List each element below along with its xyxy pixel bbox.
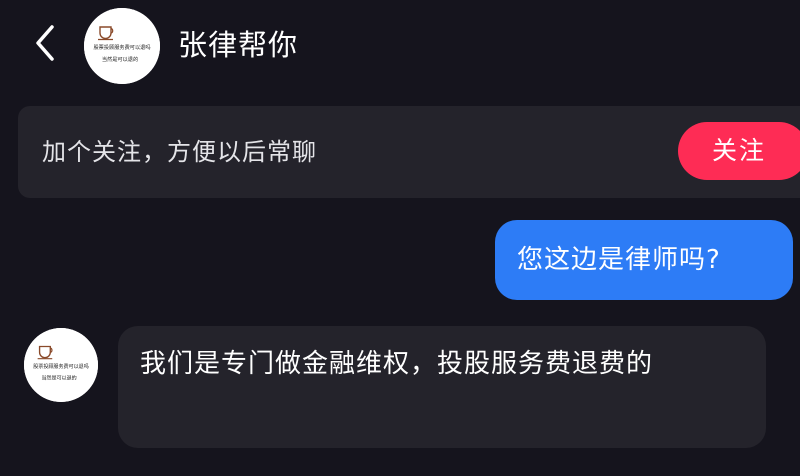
back-button[interactable] <box>22 22 68 68</box>
contact-name: 张律帮你 <box>178 28 299 62</box>
avatar-line-1: 股票投顾服务费可以退吗 <box>93 43 150 51</box>
avatar-line-1: 股票投顾服务费可以退吗 <box>33 363 89 370</box>
outgoing-message-bubble[interactable]: 您这边是律师吗? <box>495 220 793 300</box>
incoming-message-bubble[interactable]: 我们是专门做金融维权，投股服务费退费的 <box>118 326 766 448</box>
sender-avatar[interactable]: 股票投顾服务费可以退吗 当然是可以退的 <box>24 328 98 402</box>
avatar-line-2: 当然是可以退的 <box>102 55 138 63</box>
chat-screen: 股票投顾服务费可以退吗 当然是可以退的 张律帮你 加个关注，方便以后常聊 关注 … <box>0 0 800 476</box>
avatar-art: 股票投顾服务费可以退吗 当然是可以退的 <box>84 8 160 84</box>
contact-avatar[interactable]: 股票投顾服务费可以退吗 当然是可以退的 <box>84 8 160 84</box>
avatar-art: 股票投顾服务费可以退吗 当然是可以退的 <box>24 328 98 402</box>
avatar-line-2: 当然是可以退的 <box>41 375 76 382</box>
follow-banner: 加个关注，方便以后常聊 关注 <box>18 106 800 198</box>
follow-button[interactable]: 关注 <box>678 122 800 180</box>
follow-prompt-text: 加个关注，方便以后常聊 <box>42 138 317 166</box>
chevron-left-icon <box>30 23 60 67</box>
